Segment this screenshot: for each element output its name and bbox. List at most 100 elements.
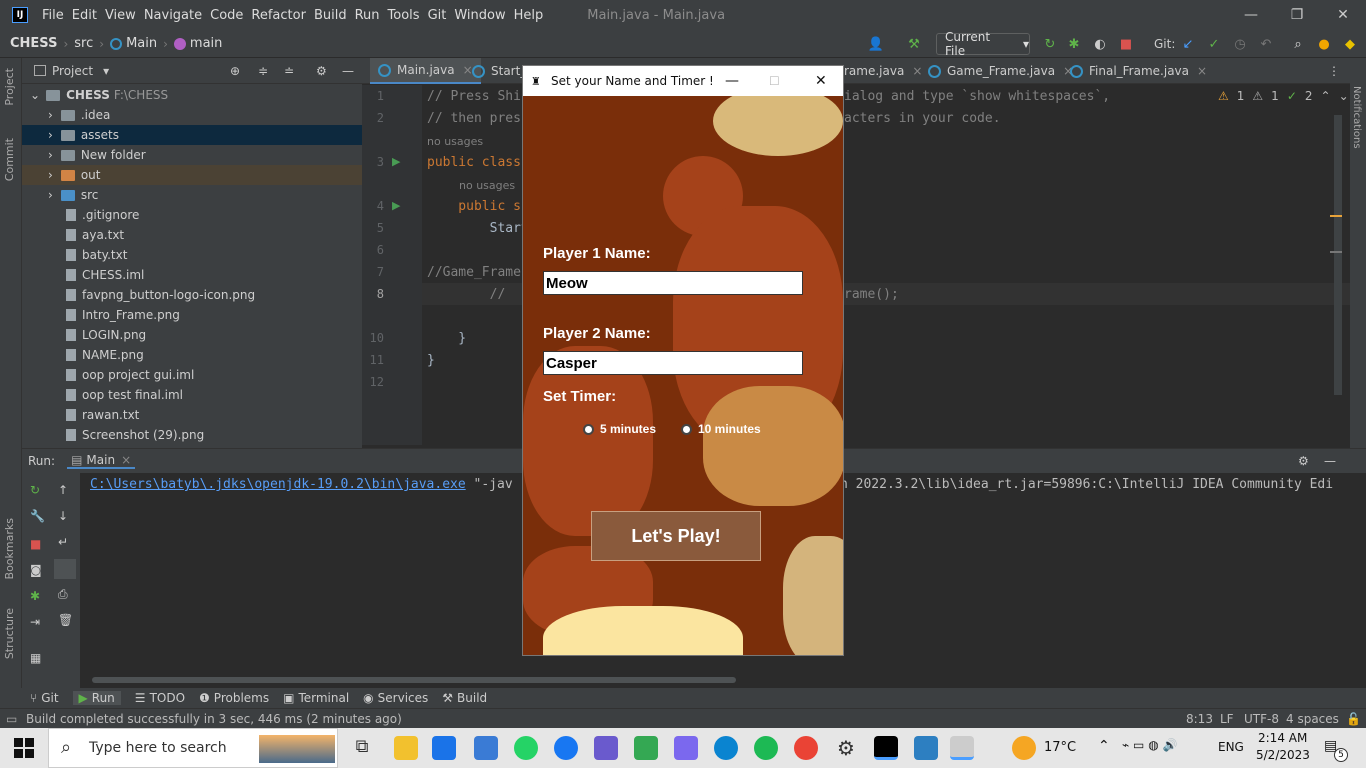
lets-play-button[interactable]: Let's Play! — [591, 511, 761, 561]
tab-main-java[interactable]: Main.java × — [370, 58, 481, 84]
plugin-icon[interactable]: ◆ — [1342, 36, 1358, 52]
locate-icon[interactable]: ⊕ — [230, 64, 240, 78]
tab-game-frame[interactable]: Game_Frame.java × — [928, 58, 1073, 84]
windows-start-icon[interactable] — [14, 738, 34, 758]
tree-item[interactable]: LOGIN.png — [22, 325, 362, 345]
git-commit-icon[interactable]: ✓ — [1206, 36, 1222, 52]
tab-final-frame[interactable]: Final_Frame.java × — [1070, 58, 1207, 84]
tool-git[interactable]: ⑂ Git — [30, 691, 59, 705]
menu-code[interactable]: Code — [206, 8, 247, 23]
minimize-icon[interactable]: — — [725, 73, 739, 89]
app-icon[interactable] — [474, 736, 498, 760]
spotify-icon[interactable] — [754, 736, 778, 760]
whatsapp-icon[interactable] — [514, 736, 538, 760]
hide-icon[interactable]: — — [1324, 454, 1336, 468]
bookmarks-tool-tab[interactable]: Bookmarks — [3, 518, 16, 579]
app-icon[interactable] — [594, 736, 618, 760]
menu-refactor[interactable]: Refactor — [247, 8, 310, 23]
arrow-down-icon[interactable]: ↓ — [58, 509, 68, 523]
menu-git[interactable]: Git — [424, 8, 451, 23]
close-tab-icon[interactable]: × — [121, 453, 131, 467]
close-tab-icon[interactable]: × — [1197, 64, 1207, 78]
caret-position[interactable]: 8:13 — [1186, 712, 1213, 726]
console-output[interactable]: C:\Users\batyb\.jdks\openjdk-19.0.2\bin\… — [90, 477, 513, 492]
tree-item[interactable]: Intro_Frame.png — [22, 305, 362, 325]
radio-5-minutes[interactable]: 5 minutes — [583, 422, 656, 436]
run-configuration-dropdown[interactable]: Current File ▾ — [936, 30, 1030, 58]
tool-services[interactable]: ◉ Services — [363, 691, 428, 705]
tree-item[interactable]: CHESS.iml — [22, 265, 362, 285]
wrench-icon[interactable]: 🔧 — [30, 509, 45, 523]
gear-icon[interactable]: ⚙ — [316, 64, 327, 78]
scroll-to-end-icon[interactable] — [54, 559, 76, 579]
collapse-all-icon[interactable]: ≐ — [284, 64, 294, 78]
updates-icon[interactable]: ● — [1316, 36, 1332, 52]
chrome-icon[interactable] — [794, 736, 818, 760]
stop-icon[interactable]: ■ — [30, 537, 41, 551]
project-panel-title[interactable]: Project — [52, 64, 93, 78]
tool-run[interactable]: ▶ Run — [72, 691, 121, 705]
notifications-tool-tab[interactable]: Notifications — [1351, 86, 1362, 149]
soft-wrap-icon[interactable]: ↵ — [58, 535, 68, 549]
clock-date[interactable]: 5/2/2023 — [1256, 748, 1310, 762]
line-separator[interactable]: LF — [1220, 712, 1234, 726]
chevron-up-icon[interactable]: ⌃ — [1321, 89, 1331, 103]
search-icon[interactable]: ⌕ — [1290, 36, 1306, 52]
status-icon[interactable]: ▭ — [6, 712, 17, 726]
facebook-icon[interactable] — [554, 736, 578, 760]
usage-hint[interactable]: no usages — [459, 179, 515, 192]
tree-item[interactable]: aya.txt — [22, 225, 362, 245]
tree-item[interactable]: rawan.txt — [22, 405, 362, 425]
menu-view[interactable]: View — [101, 8, 140, 23]
taskbar-search[interactable]: ⌕ Type here to search — [48, 728, 338, 768]
file-explorer-icon[interactable] — [394, 736, 418, 760]
console-scrollbar[interactable] — [92, 677, 736, 683]
tree-item[interactable]: baty.txt — [22, 245, 362, 265]
tree-item[interactable]: › assets — [22, 125, 362, 145]
rerun-icon[interactable]: ↻ — [1042, 36, 1058, 52]
app-icon[interactable] — [674, 736, 698, 760]
run-gutter-icon[interactable]: ▶ — [392, 155, 400, 168]
lock-icon[interactable]: 🔓 — [1346, 712, 1361, 726]
tree-item[interactable]: › New folder — [22, 145, 362, 165]
tree-item[interactable]: favpng_button-logo-icon.png — [22, 285, 362, 305]
coverage-icon[interactable]: ◐ — [1092, 36, 1108, 52]
run-gutter-icon[interactable]: ▶ — [392, 199, 400, 212]
console-link[interactable]: C:\Users\batyb\.jdks\openjdk-19.0.2\bin\… — [90, 477, 466, 492]
tray-icons[interactable]: ⌁ ▭ ◍ 🔊 — [1122, 738, 1177, 752]
project-tool-tab[interactable]: Project — [3, 68, 16, 106]
task-view-icon[interactable]: ⧉ — [350, 736, 374, 760]
tab-start[interactable]: Start_ — [472, 58, 526, 84]
clock-time[interactable]: 2:14 AM — [1258, 731, 1307, 745]
print-icon[interactable]: ⎙ — [58, 587, 68, 602]
photos-icon[interactable] — [914, 736, 938, 760]
java-app-icon[interactable] — [950, 736, 974, 760]
rerun-icon[interactable]: ↻ — [30, 483, 40, 497]
chevron-up-icon[interactable]: ⌃ — [1098, 738, 1110, 754]
menu-navigate[interactable]: Navigate — [140, 8, 206, 23]
tree-item[interactable]: › .idea — [22, 105, 362, 125]
layout-icon[interactable]: ▦ — [30, 651, 41, 665]
close-window-icon[interactable]: ✕ — [1320, 0, 1366, 30]
hide-icon[interactable]: — — [342, 64, 354, 78]
rollback-icon[interactable]: ↶ — [1258, 36, 1274, 52]
breadcrumb-src[interactable]: src — [74, 36, 93, 51]
build-hammer-icon[interactable]: ⚒ — [906, 36, 922, 52]
more-tabs-icon[interactable]: ⋮ — [1328, 58, 1340, 84]
tree-item[interactable]: oop test final.iml — [22, 385, 362, 405]
user-icon[interactable]: 👤 — [868, 36, 884, 52]
tree-item[interactable]: NAME.png — [22, 345, 362, 365]
weather-temp[interactable]: 17°C — [1044, 740, 1076, 755]
camera-icon[interactable]: ◙ — [30, 563, 42, 577]
trash-icon[interactable]: 🗑 — [58, 613, 73, 627]
status-message[interactable]: Build completed successfully in 3 sec, 4… — [26, 712, 402, 726]
git-update-icon[interactable]: ↙ — [1180, 36, 1196, 52]
structure-tool-tab[interactable]: Structure — [3, 608, 16, 659]
commit-tool-tab[interactable]: Commit — [3, 138, 16, 181]
warning-marker[interactable] — [1330, 215, 1342, 217]
tool-todo[interactable]: ☰ TODO — [135, 691, 185, 705]
gear-icon[interactable]: ⚙ — [1298, 454, 1309, 468]
radio-10-minutes[interactable]: 10 minutes — [681, 422, 761, 436]
editor-scrollbar[interactable] — [1334, 115, 1342, 395]
tree-root[interactable]: ⌄ CHESS F:\CHESS — [22, 85, 362, 105]
